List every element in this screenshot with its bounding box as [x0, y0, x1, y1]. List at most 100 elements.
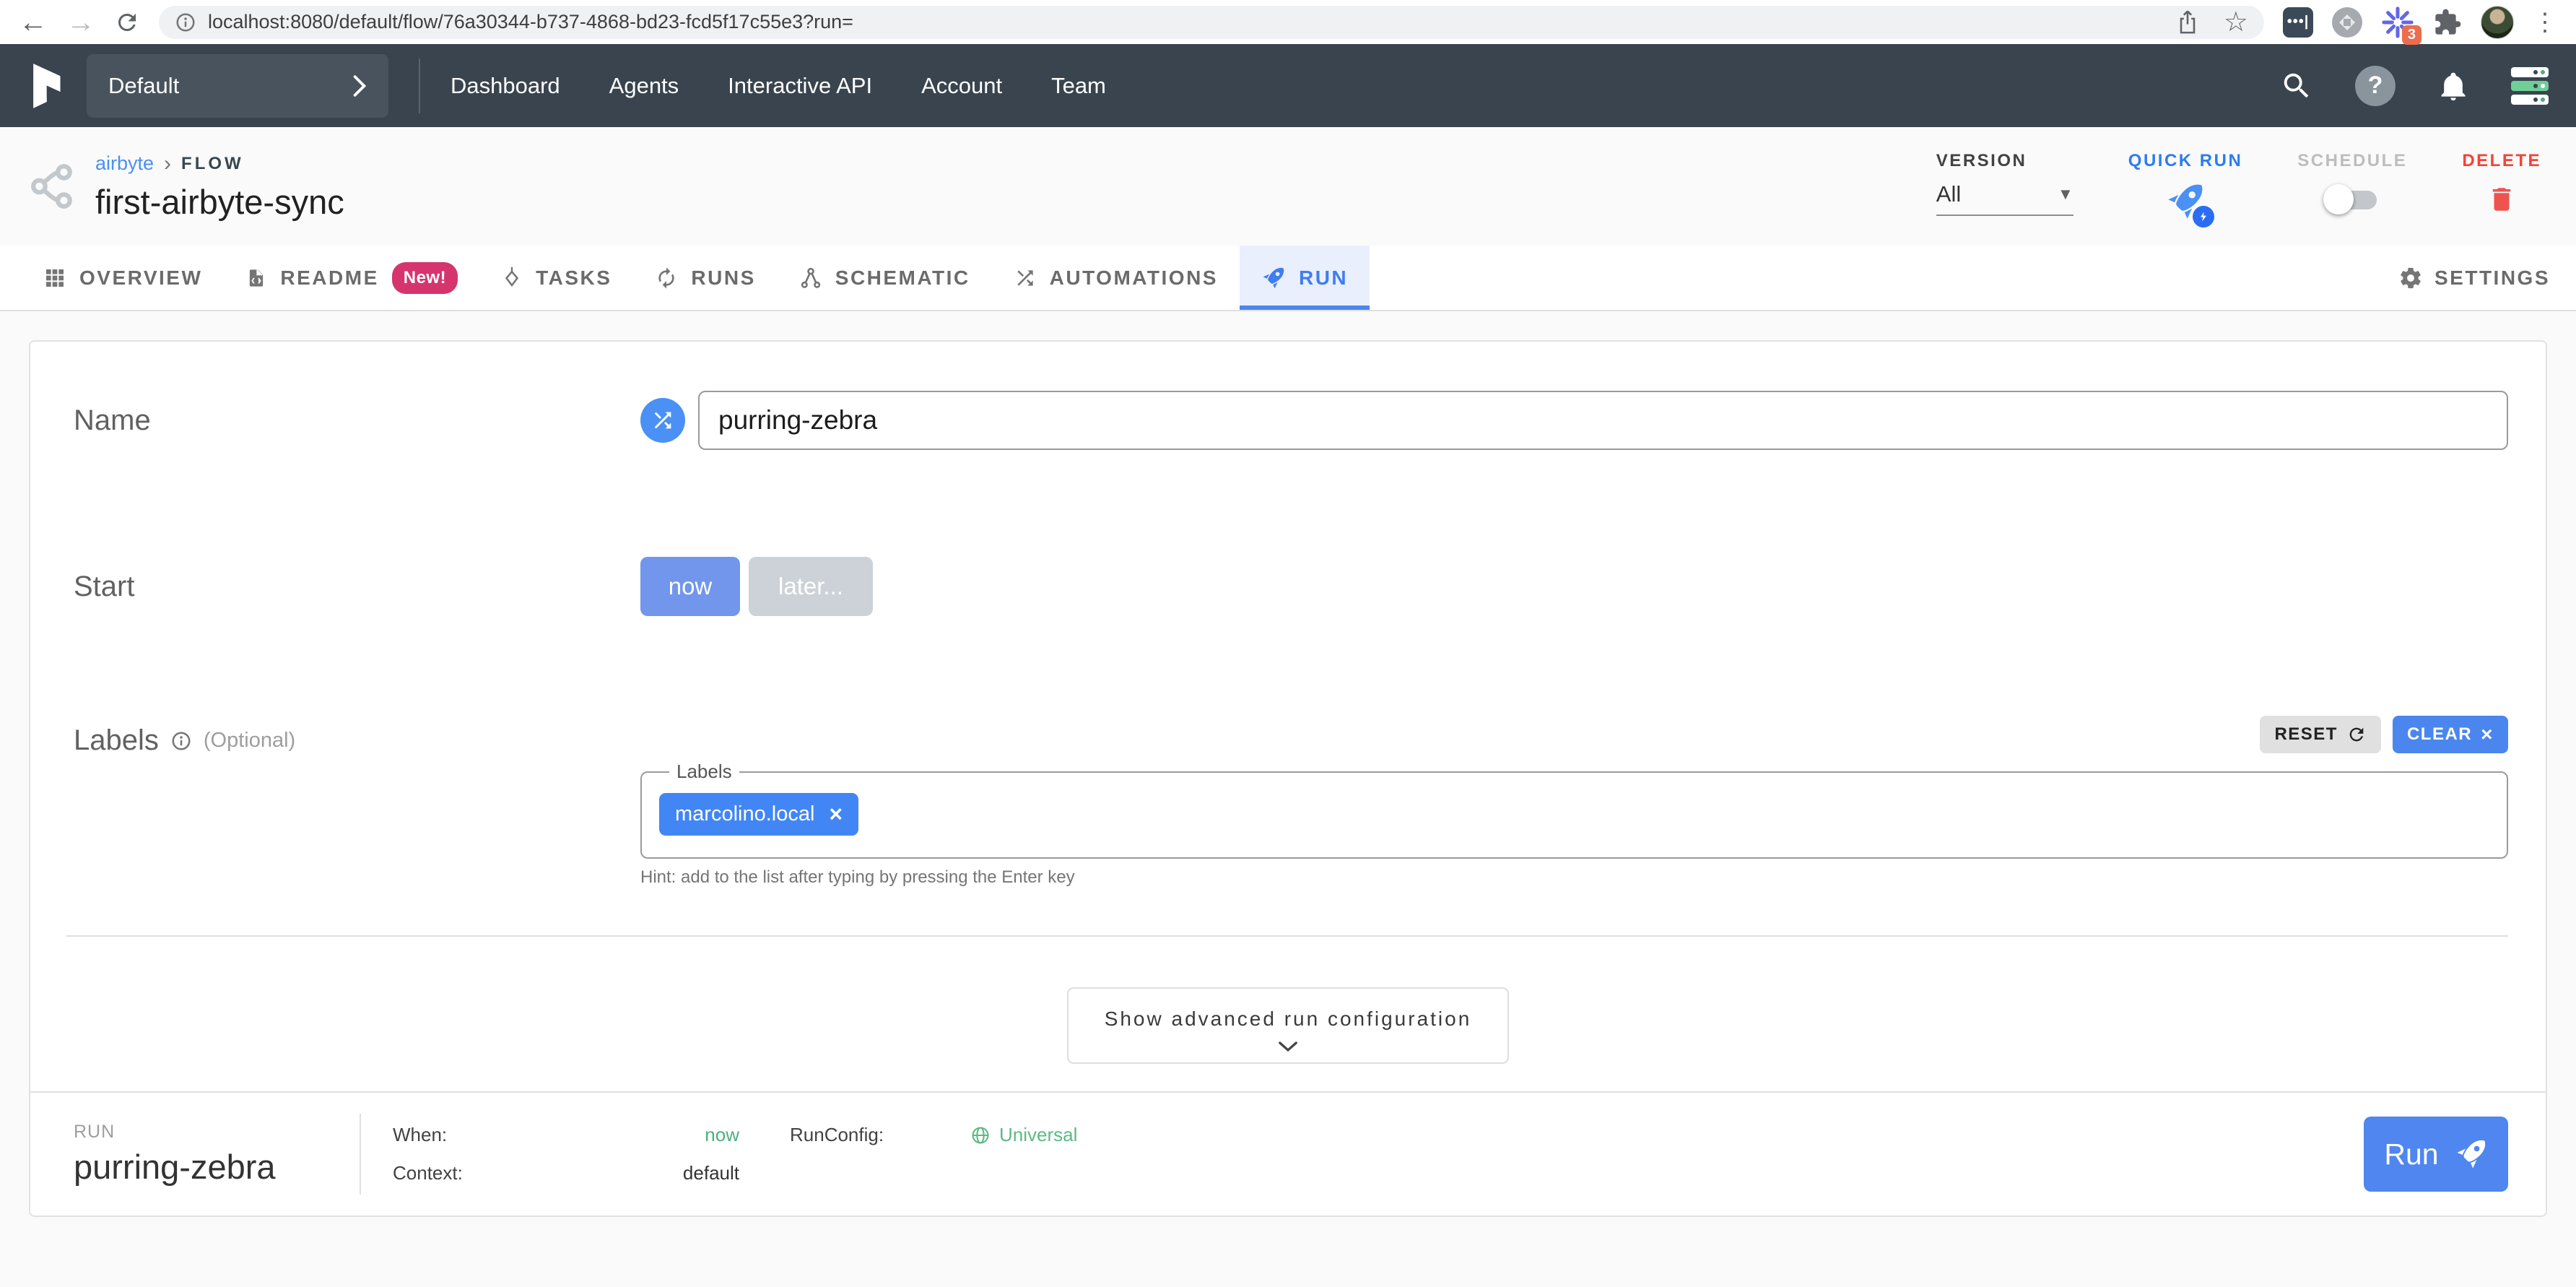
- flow-header: airbyte › FLOW first-airbyte-sync VERSIO…: [0, 127, 2576, 246]
- version-control: VERSION All ▼: [1936, 151, 2074, 216]
- bookmark-star-icon[interactable]: ☆: [2224, 9, 2248, 36]
- run-eyebrow-label: RUN: [74, 1122, 360, 1143]
- close-icon: ×: [2481, 724, 2494, 745]
- start-field-label: Start: [74, 571, 134, 602]
- extensions-puzzle-icon[interactable]: [2433, 8, 2462, 37]
- password-manager-icon[interactable]: •••|: [2283, 7, 2313, 38]
- reset-label: RESET: [2274, 724, 2338, 745]
- run-button-label: Run: [2384, 1138, 2438, 1171]
- run-name-display: purring-zebra: [74, 1147, 360, 1187]
- tab-runs[interactable]: RUNS: [633, 246, 777, 310]
- server-status-icon[interactable]: [2511, 67, 2549, 105]
- browser-profile-avatar[interactable]: [2481, 6, 2514, 39]
- name-row: Name: [30, 391, 2546, 450]
- tab-label: OVERVIEW: [79, 266, 202, 290]
- reset-labels-button[interactable]: RESET: [2260, 716, 2381, 753]
- settings-label: SETTINGS: [2434, 266, 2550, 290]
- label-chip-text: marcolino.local: [675, 802, 814, 826]
- starburst-extension-icon[interactable]: 3: [2381, 6, 2414, 39]
- chevron-right-icon: [352, 74, 367, 98]
- url-text[interactable]: localhost:8080/default/flow/76a30344-b73…: [208, 11, 853, 33]
- labels-legend: Labels: [669, 760, 739, 783]
- nav-item-account[interactable]: Account: [921, 73, 1002, 99]
- footer-divider: [360, 1114, 361, 1195]
- labels-input-field[interactable]: Labels marcolino.local ×: [640, 760, 2508, 859]
- browser-chrome: ← → localhost:8080/default/flow/76a30344…: [0, 0, 2576, 44]
- tab-readme[interactable]: README New!: [224, 246, 479, 310]
- quick-run-button[interactable]: [2165, 181, 2206, 222]
- runconfig-label: RunConfig:: [790, 1124, 970, 1146]
- schedule-label: SCHEDULE: [2297, 151, 2407, 171]
- browser-back-icon[interactable]: ←: [19, 8, 48, 37]
- tab-settings[interactable]: SETTINGS: [2398, 246, 2550, 310]
- run-page-content: Name Start now later...: [0, 311, 2576, 1217]
- navigation-extension-icon[interactable]: [2332, 7, 2362, 38]
- task-diamond-icon: [501, 266, 523, 290]
- flow-tabbar: OVERVIEW README New! TASKS RUNS SCHEMATI…: [0, 246, 2576, 311]
- when-label: When:: [393, 1124, 544, 1146]
- dropdown-caret-icon: ▼: [2058, 185, 2074, 204]
- version-select[interactable]: All ▼: [1936, 181, 2074, 216]
- nav-item-team[interactable]: Team: [1051, 73, 1106, 99]
- start-later-button[interactable]: later...: [749, 557, 873, 616]
- label-chip: marcolino.local ×: [659, 793, 858, 836]
- random-name-button[interactable]: [640, 398, 685, 443]
- tab-tasks[interactable]: TASKS: [479, 246, 633, 310]
- prefect-logo[interactable]: [27, 62, 65, 110]
- version-select-value: All: [1936, 181, 1961, 207]
- chip-close-icon[interactable]: ×: [829, 805, 843, 824]
- rocket-icon: [1261, 266, 1286, 290]
- extension-badge: 3: [2402, 25, 2421, 45]
- browser-forward-icon[interactable]: →: [66, 8, 95, 37]
- clear-labels-button[interactable]: CLEAR ×: [2393, 716, 2508, 753]
- info-icon[interactable]: [170, 730, 192, 752]
- address-bar[interactable]: localhost:8080/default/flow/76a30344-b73…: [159, 6, 2264, 39]
- tab-overview[interactable]: OVERVIEW: [22, 246, 224, 310]
- breadcrumb: airbyte › FLOW: [95, 152, 344, 176]
- run-button[interactable]: Run: [2364, 1117, 2508, 1192]
- flow-icon: [29, 162, 77, 210]
- schedule-control: SCHEDULE: [2297, 151, 2407, 214]
- labels-hint: Hint: add to the list after typing by pr…: [640, 867, 2508, 888]
- schedule-toggle[interactable]: [2326, 184, 2378, 214]
- quick-run-control: QUICK RUN: [2128, 151, 2243, 222]
- tab-label: AUTOMATIONS: [1050, 266, 1218, 290]
- document-icon: [245, 266, 267, 290]
- nav-item-agents[interactable]: Agents: [609, 73, 679, 99]
- run-summary-footer: RUN purring-zebra When: now RunConfig: U…: [30, 1091, 2546, 1216]
- search-icon[interactable]: [2280, 69, 2313, 103]
- run-name-input[interactable]: [698, 391, 2508, 450]
- delete-trash-icon[interactable]: [2486, 183, 2517, 216]
- context-value: default: [544, 1162, 739, 1184]
- tab-label: RUNS: [691, 266, 755, 290]
- tab-label: README: [280, 266, 378, 290]
- gear-icon: [2398, 266, 2423, 290]
- site-info-icon[interactable]: [175, 12, 196, 33]
- tab-schematic[interactable]: SCHEMATIC: [778, 246, 992, 310]
- cycle-arrows-icon: [655, 266, 678, 290]
- globe-icon: [970, 1125, 991, 1145]
- page-title: first-airbyte-sync: [95, 182, 344, 222]
- advanced-config-toggle[interactable]: Show advanced run configuration: [1067, 987, 1510, 1064]
- browser-menu-icon[interactable]: ⋮: [2533, 10, 2557, 35]
- refresh-icon: [2346, 724, 2367, 745]
- grid-icon: [43, 266, 66, 290]
- tab-automations[interactable]: AUTOMATIONS: [992, 246, 1240, 310]
- browser-extensions: •••| 3 ⋮: [2283, 6, 2557, 39]
- quick-run-bolt-icon: [2193, 206, 2214, 228]
- project-selector[interactable]: Default: [87, 54, 388, 118]
- rocket-icon: [2455, 1138, 2488, 1171]
- labels-row: Labels (Optional) RESET CLEAR ×: [30, 724, 2546, 888]
- notifications-bell-icon[interactable]: [2437, 70, 2469, 102]
- tab-run[interactable]: RUN: [1240, 246, 1370, 310]
- breadcrumb-project-link[interactable]: airbyte: [95, 152, 154, 175]
- nav-item-interactive-api[interactable]: Interactive API: [728, 73, 872, 99]
- browser-reload-icon[interactable]: [114, 9, 140, 35]
- runconfig-value: Universal: [999, 1124, 1077, 1146]
- nav-item-dashboard[interactable]: Dashboard: [451, 73, 560, 99]
- start-now-button[interactable]: now: [640, 557, 740, 616]
- help-icon[interactable]: ?: [2355, 66, 2396, 106]
- share-icon[interactable]: [2176, 9, 2199, 35]
- new-badge: New!: [392, 262, 458, 294]
- context-label: Context:: [393, 1162, 544, 1184]
